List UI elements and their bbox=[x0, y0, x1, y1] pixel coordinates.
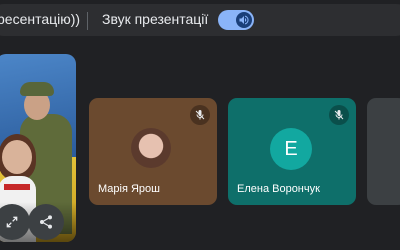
participant-tile-elena-voronchuk[interactable]: Е Елена Ворончук bbox=[228, 98, 356, 205]
participant-tile-partial[interactable] bbox=[367, 98, 400, 205]
expand-icon bbox=[6, 216, 18, 228]
presentation-sound-label: Звук презентації bbox=[102, 11, 209, 27]
presentation-tab-label[interactable]: ресентацію)) bbox=[0, 11, 80, 27]
share-button[interactable] bbox=[28, 204, 64, 240]
participant-name: Елена Ворончук bbox=[237, 183, 320, 195]
avatar bbox=[131, 128, 171, 168]
divider bbox=[87, 12, 88, 30]
mic-off-icon bbox=[190, 105, 210, 125]
presentation-tile[interactable] bbox=[0, 54, 76, 242]
volume-icon bbox=[236, 12, 252, 28]
presentation-sound-toggle[interactable] bbox=[218, 10, 254, 30]
participant-tile-maria-yarosh[interactable]: Марія Ярош bbox=[89, 98, 217, 205]
embroidery-pattern bbox=[4, 184, 30, 190]
mic-off-icon bbox=[329, 105, 349, 125]
share-icon bbox=[40, 215, 52, 229]
girl-head bbox=[2, 140, 32, 174]
avatar: Е bbox=[270, 128, 312, 170]
participant-name: Марія Ярош bbox=[98, 183, 160, 195]
top-bar: ресентацію)) Звук презентації bbox=[0, 0, 400, 40]
soldier-cap bbox=[20, 82, 54, 96]
